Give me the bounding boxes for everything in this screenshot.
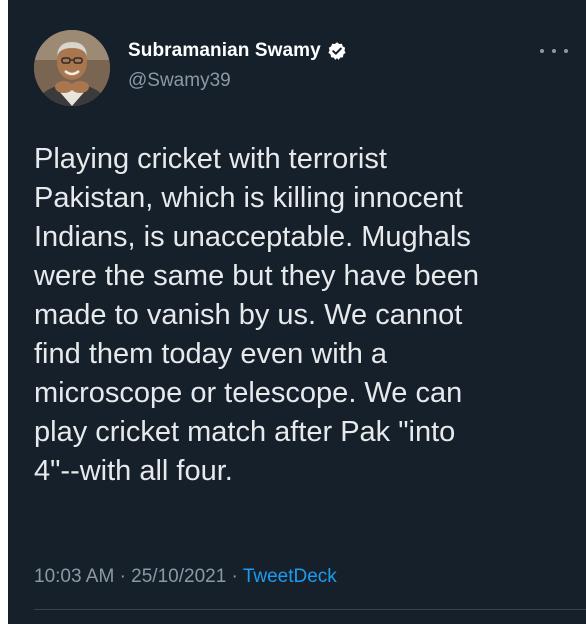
tweet-text: Playing cricket with terrorist Pakistan,… bbox=[34, 140, 554, 491]
tweet-line: microscope or telescope. We can bbox=[34, 377, 463, 409]
tweet-line: were the same but they have been bbox=[34, 260, 479, 292]
tweet-date[interactable]: 25/10/2021 bbox=[131, 566, 226, 587]
tweet-meta: 10:03 AM · 25/10/2021 · TweetDeck bbox=[34, 566, 337, 588]
tweet-line: find them today even with a bbox=[34, 338, 388, 370]
author-name-row[interactable]: Subramanian Swamy bbox=[128, 40, 347, 62]
tweet-time[interactable]: 10:03 AM bbox=[34, 566, 114, 587]
tweet-line: Playing cricket with terrorist bbox=[34, 143, 387, 175]
meta-separator: · bbox=[231, 566, 238, 587]
dot bbox=[552, 49, 556, 53]
tweet-card: Subramanian Swamy @Swamy39 Playing crick… bbox=[8, 0, 586, 624]
display-name[interactable]: Subramanian Swamy bbox=[128, 40, 321, 62]
tweet-line: play cricket match after Pak "into bbox=[34, 416, 456, 448]
tweet-line: 4"--with all four. bbox=[34, 455, 233, 487]
handle[interactable]: @Swamy39 bbox=[128, 70, 231, 92]
divider bbox=[34, 609, 586, 610]
meta-separator: · bbox=[119, 566, 126, 587]
dot bbox=[540, 49, 544, 53]
tweet-line: made to vanish by us. We cannot bbox=[34, 299, 463, 331]
tweet-source-link[interactable]: TweetDeck bbox=[243, 566, 337, 587]
tweet-line: Pakistan, which is killing innocent bbox=[34, 182, 463, 214]
profile-photo bbox=[34, 30, 110, 106]
verified-badge-icon bbox=[327, 41, 347, 61]
more-options-icon[interactable] bbox=[540, 44, 568, 58]
avatar[interactable] bbox=[34, 30, 110, 106]
dot bbox=[564, 49, 568, 53]
tweet-line: Indians, is unacceptable. Mughals bbox=[34, 221, 471, 253]
